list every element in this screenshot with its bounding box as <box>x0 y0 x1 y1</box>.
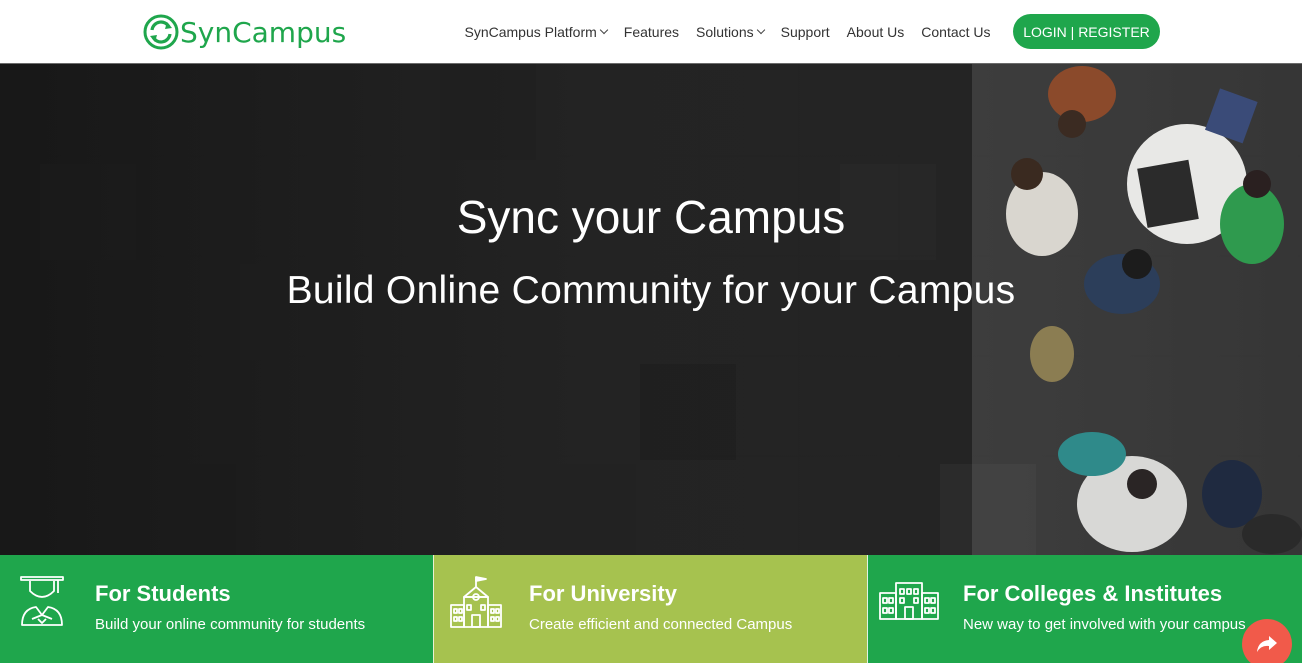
nav-features[interactable]: Features <box>624 24 679 40</box>
brand-logo[interactable]: SynCampus <box>143 12 346 52</box>
main-nav: SynCampus Platform Features Solutions Su… <box>456 20 999 44</box>
nav-contact-us[interactable]: Contact Us <box>921 24 990 40</box>
card-for-students[interactable]: For Students Build your online community… <box>0 555 433 663</box>
hero-banner: Sync your Campus Build Online Community … <box>0 64 1302 555</box>
card-description: Build your online community for students <box>95 616 366 633</box>
chevron-down-icon <box>599 25 609 35</box>
nav-label: Solutions <box>696 24 754 40</box>
site-header: SynCampus SynCampus Platform Features So… <box>0 0 1302 64</box>
share-button[interactable] <box>1242 619 1292 663</box>
nav-label: About Us <box>846 24 905 40</box>
card-for-university[interactable]: For University Create efficient and conn… <box>433 555 867 663</box>
nav-solutions[interactable]: Solutions <box>696 24 765 40</box>
card-for-colleges[interactable]: For Colleges & Institutes New way to get… <box>867 555 1302 663</box>
card-title: For University <box>529 581 677 606</box>
hero-title: Sync your Campus <box>456 191 846 243</box>
nav-label: Support <box>780 24 830 40</box>
nav-label: Contact Us <box>921 24 991 40</box>
hero-subtitle: Build Online Community for your Campus <box>286 269 1016 312</box>
card-description: Create efficient and connected Campus <box>529 616 793 633</box>
card-title: For Colleges & Institutes <box>963 581 1223 606</box>
nav-support[interactable]: Support <box>781 24 830 40</box>
sync-circle-icon <box>143 14 179 50</box>
nav-label: SynCampus Platform <box>464 24 597 40</box>
nav-label: Features <box>623 24 680 40</box>
nav-about-us[interactable]: About Us <box>847 24 905 40</box>
share-arrow-icon <box>1257 636 1277 652</box>
graduate-icon <box>20 576 64 626</box>
card-title: For Students <box>95 581 231 606</box>
brand-name: SynCampus <box>180 15 347 49</box>
chevron-down-icon <box>756 25 765 35</box>
card-description: New way to get involved with your campus <box>963 616 1246 633</box>
login-register-button[interactable]: LOGIN | REGISTER <box>1013 14 1160 49</box>
college-building-icon <box>879 582 939 620</box>
university-building-icon <box>450 576 502 628</box>
nav-syncampus-platform[interactable]: SynCampus Platform <box>464 24 609 40</box>
audience-cards: For Students Build your online community… <box>0 555 1302 663</box>
